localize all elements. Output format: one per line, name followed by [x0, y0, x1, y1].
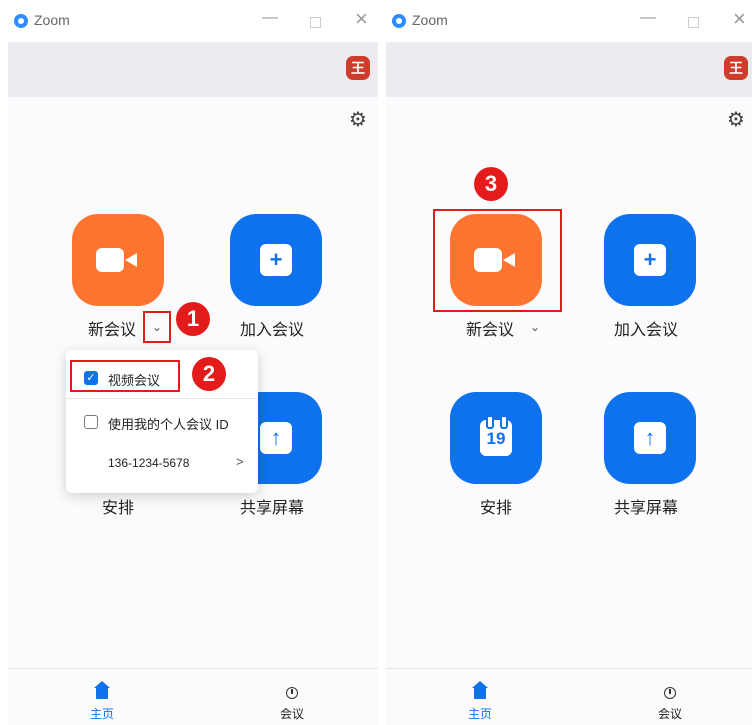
header-bar: 王	[8, 42, 378, 97]
plus-icon: +	[634, 244, 666, 276]
video-camera-icon	[474, 248, 515, 272]
tab-home-label: 主页	[89, 707, 114, 721]
plus-icon: +	[260, 244, 292, 276]
step-badge-1: 1	[176, 302, 210, 336]
tab-home-label: 主页	[467, 707, 492, 721]
new-meeting-label: 新会议	[466, 322, 515, 339]
zoom-window-left: Zoom — × 王 ⚙ 新会议 ⌄ 1 + 加入会议 ↑ 共享屏幕 安排 ✓ …	[8, 0, 378, 725]
join-meeting-label: 加入会议	[614, 322, 679, 339]
maximize-button[interactable]	[310, 17, 321, 28]
share-screen-label: 共享屏幕	[614, 500, 679, 517]
join-meeting-label: 加入会议	[240, 322, 305, 339]
zoom-window-right: Zoom — × 王 ⚙ 3 新会议 ⌄ + 加入会议 19 安排 ↑ 共享屏幕…	[386, 0, 752, 725]
new-meeting-label: 新会议	[88, 322, 137, 339]
personal-id-checkbox[interactable]	[84, 415, 98, 429]
tab-meetings[interactable]: 会议	[640, 669, 700, 725]
title-bar: Zoom — ×	[386, 0, 752, 42]
schedule-label: 安排	[102, 500, 135, 517]
video-camera-icon	[96, 248, 137, 272]
calendar-day: 19	[486, 429, 506, 448]
share-arrow-icon: ↑	[260, 422, 292, 454]
tab-meetings-label: 会议	[279, 707, 304, 721]
share-screen-button[interactable]: ↑	[604, 392, 696, 484]
panel-divider	[378, 0, 386, 725]
home-icon	[94, 681, 110, 699]
calendar-icon: 19	[480, 415, 512, 456]
dropdown-divider	[66, 398, 258, 399]
join-meeting-button[interactable]: +	[604, 214, 696, 306]
new-meeting-button[interactable]	[450, 214, 542, 306]
tab-meetings-label: 会议	[657, 707, 682, 721]
clock-icon	[664, 687, 676, 699]
settings-gear-icon[interactable]: ⚙	[726, 110, 746, 130]
header-bar: 王	[386, 42, 752, 97]
share-screen-label: 共享屏幕	[240, 500, 305, 517]
tab-home[interactable]: 主页	[72, 669, 132, 725]
settings-gear-icon[interactable]: ⚙	[348, 110, 368, 130]
tab-home[interactable]: 主页	[450, 669, 510, 725]
step-badge-3: 3	[474, 167, 508, 201]
bottom-tab-bar: 主页 会议	[8, 668, 378, 725]
close-button[interactable]: ×	[733, 6, 746, 32]
clock-icon	[286, 687, 298, 699]
chevron-right-icon[interactable]: >	[236, 454, 244, 469]
window-title: Zoom	[412, 12, 448, 28]
bottom-tab-bar: 主页 会议	[386, 668, 752, 725]
personal-id-option[interactable]: 使用我的个人会议 ID	[108, 414, 229, 433]
tab-meetings[interactable]: 会议	[262, 669, 322, 725]
join-meeting-button[interactable]: +	[230, 214, 322, 306]
close-button[interactable]: ×	[355, 6, 368, 32]
avatar[interactable]: 王	[724, 56, 748, 80]
chevron-down-icon[interactable]: ⌄	[530, 320, 540, 334]
minimize-button[interactable]: —	[262, 9, 278, 27]
schedule-button[interactable]: 19	[450, 392, 542, 484]
title-bar: Zoom — ×	[8, 0, 378, 42]
zoom-logo-icon	[392, 14, 406, 28]
home-icon	[472, 681, 488, 699]
window-title: Zoom	[34, 12, 70, 28]
new-meeting-button[interactable]	[72, 214, 164, 306]
minimize-button[interactable]: —	[640, 9, 656, 27]
highlight-box-dropdown	[143, 311, 171, 343]
zoom-logo-icon	[14, 14, 28, 28]
schedule-label: 安排	[480, 500, 513, 517]
highlight-box-video	[70, 360, 180, 392]
step-badge-2: 2	[192, 357, 226, 391]
personal-meeting-id[interactable]: 136-1234-5678	[108, 456, 189, 470]
avatar[interactable]: 王	[346, 56, 370, 80]
share-arrow-icon: ↑	[634, 422, 666, 454]
maximize-button[interactable]	[688, 17, 699, 28]
